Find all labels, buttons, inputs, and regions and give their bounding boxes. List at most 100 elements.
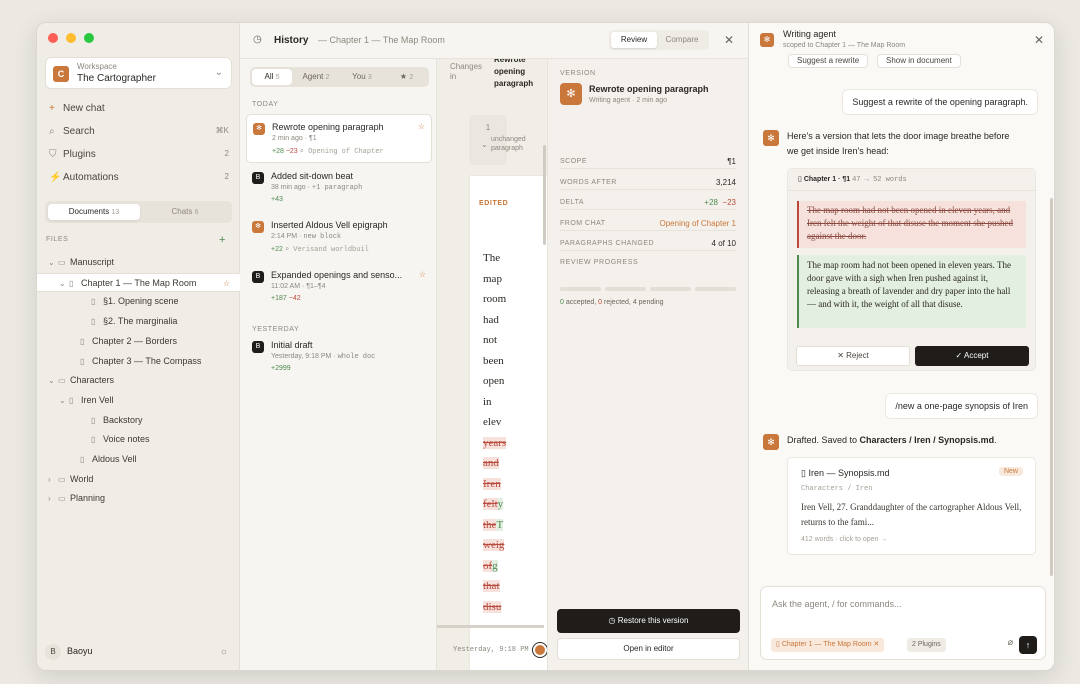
page-title: History (274, 35, 309, 46)
chat-link[interactable]: ⌕ Verisand worldbuil (285, 246, 369, 254)
chevron-right-icon[interactable]: › (48, 470, 58, 489)
chevron-down-icon[interactable]: ⌄ (59, 391, 69, 410)
context-chip[interactable]: ▯ Chapter 1 — The Map Room ✕ (771, 638, 885, 652)
plugins-nav-item[interactable]: ⛉ Plugins 2 (49, 149, 229, 160)
agent-icon: ✻ (252, 221, 264, 233)
file-icon: ▯ (91, 317, 96, 327)
agent-icon: ✻ (760, 33, 774, 47)
folder-icon: ▭ (58, 258, 66, 267)
tab-label: Chats (171, 207, 193, 216)
reject-button[interactable]: ✕ Reject (796, 346, 910, 366)
workspace-switcher[interactable]: C Workspace The Cartographer ⌄ (45, 57, 232, 89)
close-icon[interactable]: ✕ (724, 33, 734, 47)
tree-item[interactable]: › ▭ Planning (37, 489, 240, 508)
version-meta: Writing agent · 2 min ago (589, 97, 668, 104)
version-name: Expanded openings and senso... (271, 270, 403, 280)
tree-item[interactable]: ⌄ ▭ Manuscript (37, 253, 240, 272)
version-list: All 5 Agent 2 You 3 ★ 2 TODAY YESTERDAY … (240, 59, 437, 670)
minimize-window-button[interactable] (66, 33, 76, 43)
review-progress-bar (560, 287, 736, 291)
word: room (483, 293, 507, 305)
review-button[interactable]: Review (611, 32, 657, 48)
star-icon[interactable]: ☆ (223, 274, 230, 293)
version-name: Rewrote opening paragraph (589, 84, 709, 94)
tree-item[interactable]: ▯ Backstory (37, 411, 240, 430)
new-chat-button[interactable]: + New chat (49, 103, 229, 114)
filter-you[interactable]: You 3 (340, 69, 384, 85)
deleted-word: the (483, 518, 497, 531)
tree-item[interactable]: › ▭ World (37, 470, 240, 489)
progress-segment (650, 287, 691, 291)
zoom-window-button[interactable] (84, 33, 94, 43)
automations-nav-item[interactable]: ⚡ Automations 2 (49, 172, 229, 183)
tab-chats[interactable]: Chats 6 (141, 204, 229, 220)
accept-label: Accept (964, 351, 989, 360)
timeline-handle[interactable] (533, 643, 547, 657)
tree-item[interactable]: ▯ §2. The marginalia (37, 312, 240, 331)
star-icon[interactable]: ☆ (418, 122, 425, 131)
chevron-right-icon[interactable]: › (48, 489, 58, 508)
chat-input[interactable]: Ask the agent, / for commands... ▯ Chapt… (760, 586, 1046, 660)
version-item[interactable]: B Added sit-down beat 38 min ago · +1 para… (246, 164, 432, 213)
tree-item[interactable]: ▯ Chapter 3 — The Compass (37, 352, 240, 371)
chevron-down-icon[interactable]: ⌄ (59, 274, 69, 293)
app-window: C Workspace The Cartographer ⌄ + New chat… (36, 22, 1055, 671)
close-icon[interactable]: ✕ (1034, 33, 1044, 47)
chat-link[interactable]: ⌕ Opening of Chapter (300, 148, 384, 156)
filter-all[interactable]: All 5 (252, 69, 292, 85)
filter-starred[interactable]: ★ 2 (386, 69, 427, 85)
tree-item[interactable]: ⌄ ▭ Characters (37, 371, 240, 390)
version-item[interactable]: ✻ Rewrote opening paragraph 2 min ago · ¶1… (246, 114, 432, 163)
show-in-document-button[interactable]: Show in document (877, 54, 961, 68)
attach-icon[interactable]: ⌀ (1008, 637, 1013, 648)
version-item[interactable]: ✻ Inserted Aldous Vell epigraph 2:14 PM · … (246, 213, 432, 262)
accepted-text: accepted, (565, 299, 597, 306)
tree-item[interactable]: ⌄ ▯ Chapter 1 — The Map Room ☆ (37, 272, 240, 293)
inserted-word: g (492, 559, 498, 572)
suggest-rewrite-button[interactable]: Suggest a rewrite (788, 54, 869, 68)
saved-path[interactable]: Characters / Iren / Synopsis.md (860, 435, 995, 445)
user-footer[interactable]: B Baoyu ☼ (45, 642, 232, 660)
detail-row: WORDS AFTER 3,214 (560, 176, 736, 190)
settings-icon[interactable]: ☼ (220, 642, 228, 660)
send-button[interactable]: ↑ (1019, 636, 1037, 654)
chevron-down-icon[interactable]: ⌄ (48, 253, 58, 272)
tree-item[interactable]: ▯ §1. Opening scene (37, 292, 240, 311)
plugins-chip[interactable]: 2 Plugins (907, 638, 946, 652)
version-item[interactable]: B Expanded openings and senso... 11:02 AM … (246, 263, 432, 312)
scrollbar[interactable] (543, 145, 546, 245)
count-badge: 2 (224, 149, 229, 158)
tree-item[interactable]: ▯ Voice notes (37, 430, 240, 449)
file-card[interactable]: ▯ Iren — Synopsis.md New Characters / Ir… (787, 457, 1036, 555)
version-filters: All 5 Agent 2 You 3 ★ 2 (250, 67, 429, 87)
user-message: Suggest a rewrite of the opening paragra… (842, 89, 1038, 115)
accept-button[interactable]: ✓ Accept (915, 346, 1029, 366)
tab-documents[interactable]: Documents 13 (48, 204, 140, 220)
unchanged-paragraph-toggle[interactable]: 1 ⌄ unchanged paragraph (469, 115, 526, 165)
version-time: 11:02 AM (271, 283, 301, 290)
count-badge: 2 (224, 172, 229, 181)
preview-line: in (483, 396, 492, 408)
file-icon: ▯ (801, 468, 806, 478)
word: been (483, 354, 504, 367)
add-file-icon[interactable]: + (219, 234, 226, 246)
chevron-down-icon[interactable]: ⌄ (48, 371, 58, 390)
version-item[interactable]: B Initial draft Yesterday, 9:18 PM · whole… (246, 333, 432, 382)
tree-item[interactable]: ▯ Aldous Vell (37, 450, 240, 469)
horizontal-scrollbar[interactable] (437, 625, 544, 628)
compare-button[interactable]: Compare (659, 32, 705, 48)
scrollbar[interactable] (1050, 198, 1053, 576)
search-nav-item[interactable]: ⌕ Search ⌘K (49, 126, 229, 137)
file-footer: 412 words · click to open → (801, 536, 888, 543)
tree-item[interactable]: ⌄ ▯ Iren Vell (37, 391, 240, 410)
tree-item[interactable]: ▯ Chapter 2 — Borders (37, 332, 240, 351)
deleted-word: and (483, 457, 499, 469)
detail-row[interactable]: FROM CHAT Opening of Chapter 1 (560, 217, 736, 231)
close-window-button[interactable] (48, 33, 58, 43)
tree-item-label: Characters (70, 375, 115, 386)
filter-agent[interactable]: Agent 2 (294, 69, 338, 85)
open-in-editor-button[interactable]: Open in editor (557, 638, 740, 660)
deleted-word: disu (483, 600, 502, 613)
restore-version-button[interactable]: ◷ Restore this version (557, 609, 740, 633)
star-icon[interactable]: ☆ (419, 270, 426, 279)
